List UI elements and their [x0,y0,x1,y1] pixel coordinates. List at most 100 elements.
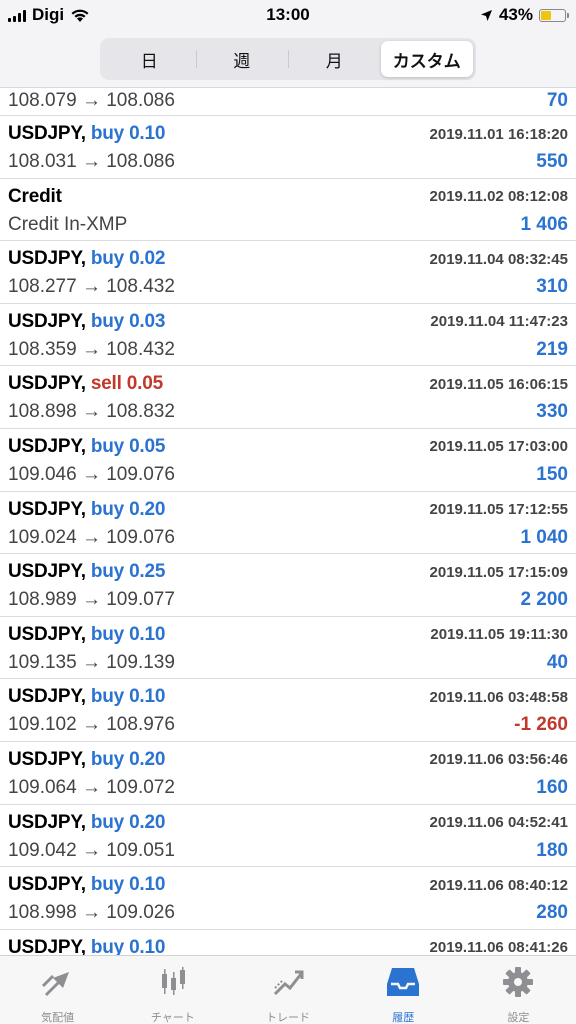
deal-title: USDJPY, buy 0.20 [8,499,165,521]
profit-value: 1 406 [520,213,568,235]
symbol-label: USDJPY, [8,748,86,770]
history-row[interactable]: USDJPY, buy 0.10 2019.11.01 16:18:20 108.03… [0,116,576,179]
tab-gear[interactable]: 設定 [461,956,576,1024]
symbol-label: Credit [8,185,62,207]
tab-label: 気配値 [41,1012,75,1024]
price-range: 108.898 → 108.832 [8,401,175,423]
trade-side-volume: buy 0.20 [90,748,166,770]
profit-value: 550 [536,151,568,172]
profit-value: 280 [536,902,568,924]
history-list[interactable]: 108.079 → 108.086 70 USDJPY, buy 0.10 2019… [0,88,576,955]
symbol-label: USDJPY, [8,936,86,955]
tab-history-inbox[interactable]: 履歴 [346,956,461,1024]
history-row[interactable]: USDJPY, buy 0.10 2019.11.06 03:48:58 109.10… [0,679,576,742]
trade-side-volume: buy 0.02 [90,248,166,270]
deal-timestamp: 2019.11.05 17:03:00 [429,438,568,456]
trade-side-volume: buy 0.20 [90,811,166,833]
tab-quotes[interactable]: 気配値 [0,956,115,1024]
location-arrow-icon [480,9,492,21]
period-segmented-control: 日週月カスタム [100,38,476,80]
history-row[interactable]: Credit 2019.11.02 08:12:08 Credit In-XMP 1 … [0,179,576,242]
deal-title: USDJPY, buy 0.25 [8,561,165,583]
history-row[interactable]: USDJPY, buy 0.10 2019.11.06 08:41:26 [0,930,576,955]
profit-value: 40 [546,651,568,673]
profit-value: 180 [536,839,568,861]
deal-title: USDJPY, buy 0.05 [8,436,165,458]
symbol-label: USDJPY, [8,498,86,520]
deal-title: USDJPY, buy 0.03 [8,311,165,333]
history-row[interactable]: USDJPY, buy 0.20 2019.11.05 17:12:55 109.02… [0,492,576,555]
tab-label: 設定 [507,1012,530,1024]
history-row[interactable]: USDJPY, buy 0.05 2019.11.05 17:03:00 109.04… [0,429,576,492]
profit-value: 2 200 [520,589,568,611]
period-tab-0[interactable]: 日 [103,41,196,77]
period-tab-2[interactable]: 月 [288,41,381,77]
period-selector-bar: 日週月カスタム [0,30,576,88]
deal-title: USDJPY, buy 0.02 [8,248,165,270]
tab-candlestick-chart[interactable]: チャート [115,956,230,1024]
deal-timestamp: 2019.11.06 03:48:58 [429,688,568,706]
period-tab-1[interactable]: 週 [195,41,289,77]
tab-label: チャート [150,1012,195,1024]
history-row[interactable]: USDJPY, buy 0.10 2019.11.05 19:11:30 109.13… [0,617,576,680]
symbol-label: USDJPY, [8,373,86,395]
symbol-label: USDJPY, [8,561,86,583]
deal-title: USDJPY, buy 0.20 [8,812,165,834]
trade-side-volume: buy 0.10 [90,874,166,896]
symbol-label: USDJPY, [8,435,86,457]
battery-icon [539,8,569,22]
price-range: 108.359 → 108.432 [8,338,175,360]
deal-timestamp: 2019.11.05 17:12:55 [429,501,568,519]
history-row[interactable]: USDJPY, buy 0.02 2019.11.04 08:32:45 108.27… [0,241,576,304]
profit-value: 330 [536,401,568,423]
deal-title: USDJPY, buy 0.10 [8,686,165,708]
trade-side-volume: sell 0.05 [90,373,163,395]
tab-trade[interactable]: トレード [230,956,345,1024]
price-range: 109.135 → 109.139 [8,651,175,673]
deal-timestamp: 2019.11.05 17:15:09 [429,563,568,581]
deal-timestamp: 2019.11.02 08:12:08 [429,188,568,206]
deal-timestamp: 2019.11.05 19:11:30 [430,626,568,644]
deal-title: Credit [8,186,62,208]
deal-timestamp: 2019.11.04 11:47:23 [430,313,568,331]
history-inbox-icon [384,964,422,1005]
price-range: 108.079 → 108.086 [8,90,175,111]
profit-value: -1 260 [514,714,568,736]
deal-title: USDJPY, buy 0.20 [8,749,165,771]
price-range: 109.102 → 108.976 [8,714,175,736]
history-row[interactable]: USDJPY, buy 0.20 2019.11.06 04:52:41 109.04… [0,805,576,868]
history-row[interactable]: USDJPY, buy 0.03 2019.11.04 11:47:23 108.35… [0,304,576,367]
profit-value: 310 [536,276,568,298]
period-tab-3[interactable]: カスタム [380,41,473,77]
profit-value: 160 [536,776,568,798]
trade-side-volume: buy 0.10 [90,686,166,708]
history-row[interactable]: USDJPY, buy 0.10 2019.11.06 08:40:12 108.99… [0,867,576,930]
history-row[interactable]: USDJPY, sell 0.05 2019.11.05 16:06:15 108.8… [0,366,576,429]
history-row[interactable]: USDJPY, buy 0.25 2019.11.05 17:15:09 108.98… [0,554,576,617]
trade-side-volume: buy 0.20 [90,498,166,520]
symbol-label: USDJPY, [8,874,86,896]
status-right: 43% [480,5,569,25]
tab-label: トレード [266,1012,310,1024]
deal-title: USDJPY, buy 0.10 [8,123,165,145]
deal-timestamp: 2019.11.06 03:56:46 [429,751,568,769]
bottom-tab-bar: 気配値 チャート トレード 履歴 設定 [0,955,576,1024]
gear-icon [499,964,537,1005]
price-range: 108.031 → 108.086 [8,151,175,172]
price-range: 109.042 → 109.051 [8,839,175,861]
trade-side-volume: buy 0.10 [90,623,166,645]
profit-value: 219 [536,338,568,360]
trade-icon [269,964,307,1005]
symbol-label: USDJPY, [8,811,86,833]
price-range: 109.064 → 109.072 [8,776,175,798]
symbol-label: USDJPY, [8,623,86,645]
battery-percentage: 43% [498,5,533,24]
deal-timestamp: 2019.11.06 08:41:26 [429,939,568,955]
history-row[interactable]: USDJPY, buy 0.20 2019.11.06 03:56:46 109.06… [0,742,576,805]
price-range: 108.989 → 109.077 [8,589,175,611]
deal-title: USDJPY, buy 0.10 [8,624,165,646]
price-range: 108.998 → 109.026 [8,902,175,924]
history-row-partial[interactable]: 108.079 → 108.086 70 [0,88,576,116]
status-bar: Digi 13:00 43% [0,0,576,30]
profit-value: 150 [536,463,568,485]
